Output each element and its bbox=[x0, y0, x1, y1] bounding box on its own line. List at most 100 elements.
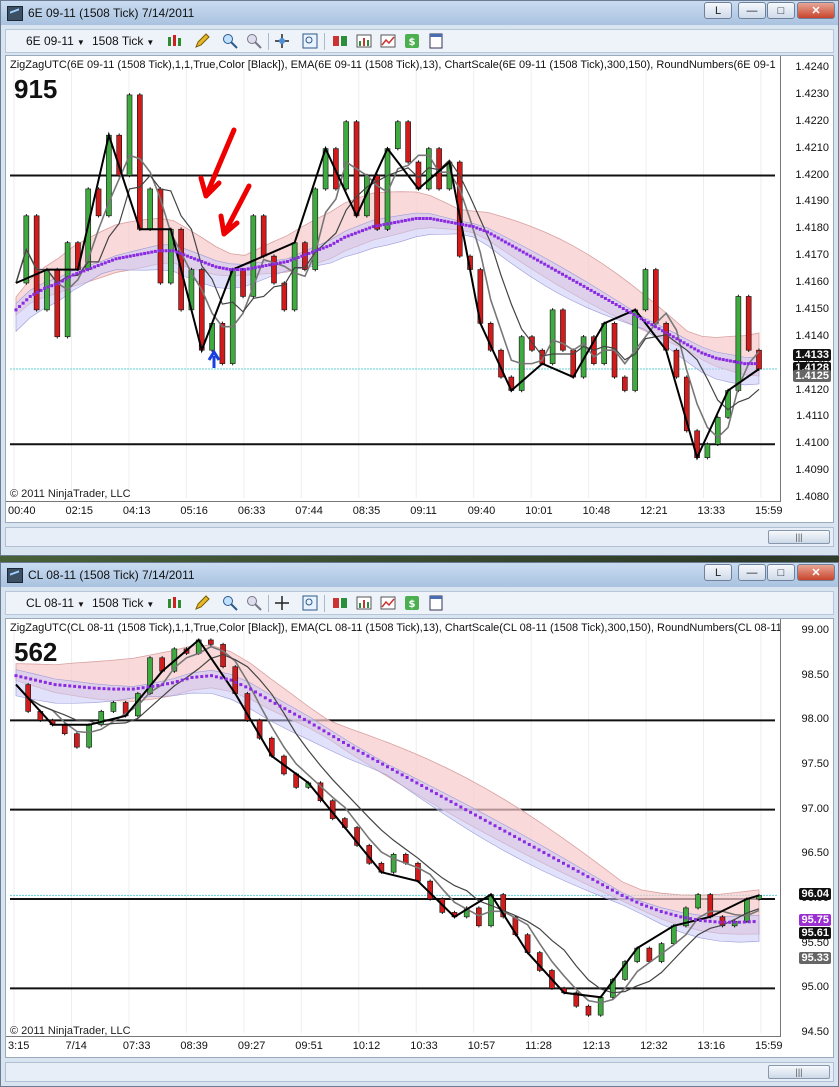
data-box-icon[interactable] bbox=[428, 595, 444, 611]
ema-dot bbox=[271, 262, 275, 266]
ema-dot bbox=[650, 323, 654, 327]
draw-pencil-icon[interactable] bbox=[194, 595, 210, 611]
ema-dot bbox=[225, 267, 229, 271]
strategies-icon[interactable] bbox=[380, 595, 396, 611]
data-box-icon[interactable] bbox=[428, 33, 444, 49]
chart-window-6e[interactable]: 6E 09-11 (1508 Tick) 7/14/2011 L — □ ✕ 6… bbox=[0, 0, 839, 556]
maximize-button[interactable]: □ bbox=[767, 564, 795, 581]
zoom-out-icon[interactable] bbox=[246, 595, 262, 611]
strategies-icon[interactable] bbox=[380, 33, 396, 49]
zoom-in-icon[interactable] bbox=[222, 595, 238, 611]
candle-down bbox=[415, 862, 421, 882]
red-arrow-annotation bbox=[198, 127, 237, 199]
dollar-icon[interactable]: $ bbox=[404, 595, 420, 611]
ema-dot bbox=[82, 685, 86, 689]
interval-selector[interactable]: 1508 Tick ▼ bbox=[92, 33, 154, 50]
crosshair-icon[interactable] bbox=[274, 33, 290, 49]
ema-dot bbox=[43, 680, 47, 684]
ema-dot bbox=[411, 217, 415, 221]
ema-dot bbox=[153, 249, 157, 253]
ema-dot bbox=[307, 720, 311, 724]
ema-dot bbox=[753, 362, 757, 366]
maximize-button[interactable]: □ bbox=[767, 2, 795, 19]
ema-dot bbox=[675, 337, 679, 341]
link-button[interactable]: L bbox=[704, 2, 732, 19]
ema-dot bbox=[674, 914, 678, 918]
bar-style-icon[interactable] bbox=[166, 33, 182, 49]
close-button[interactable]: ✕ bbox=[797, 564, 835, 581]
time-axis[interactable]: 3:15 7/14 07:33 08:39 09:27 09:51 10:12 10:33 10… bbox=[6, 1036, 783, 1057]
ema-dot bbox=[332, 241, 336, 245]
price-chart[interactable]: ZigZagUTC(6E 09-11 (1508 Tick),1,1,True,… bbox=[5, 55, 834, 523]
chart-trader-icon[interactable] bbox=[332, 595, 348, 611]
price-tick-label: 97.50 bbox=[801, 758, 829, 770]
price-chart[interactable]: ZigZagUTC(CL 08-11 (1508 Tick),1,1,True,… bbox=[5, 618, 834, 1058]
scroll-thumb[interactable]: ||| bbox=[768, 1065, 830, 1079]
candle-down bbox=[61, 724, 68, 735]
horizontal-scrollbar[interactable]: ||| bbox=[5, 527, 834, 547]
ema-dot bbox=[125, 255, 129, 259]
ema-dot bbox=[285, 260, 289, 263]
chart-plot-area[interactable] bbox=[6, 619, 834, 1057]
ema-dot bbox=[156, 683, 160, 687]
ema-dot bbox=[170, 681, 174, 685]
ema-dot bbox=[273, 701, 277, 705]
draw-pencil-icon[interactable] bbox=[194, 33, 210, 49]
instrument-selector[interactable]: CL 08-11 ▼ bbox=[26, 595, 85, 612]
ema-dot bbox=[321, 246, 325, 250]
title-bar[interactable]: CL 08-11 (1508 Tick) 7/14/2011 L — □ ✕ bbox=[1, 563, 838, 587]
ema-dot bbox=[346, 234, 350, 238]
ema-dot bbox=[282, 260, 286, 264]
chart-window-cl[interactable]: CL 08-11 (1508 Tick) 7/14/2011 L — □ ✕ C… bbox=[0, 562, 839, 1087]
ema-dot bbox=[114, 257, 118, 261]
time-axis[interactable]: 00:40 02:15 04:13 05:16 06:33 07:44 08:35 09:11… bbox=[6, 501, 783, 522]
ema-dot bbox=[107, 687, 111, 691]
ema-dot bbox=[420, 784, 424, 788]
horizontal-scrollbar[interactable]: ||| bbox=[5, 1062, 834, 1082]
link-button[interactable]: L bbox=[704, 564, 732, 581]
scroll-thumb[interactable]: ||| bbox=[768, 530, 830, 544]
crosshair-icon[interactable] bbox=[274, 595, 290, 611]
dollar-icon[interactable]: $ bbox=[404, 33, 420, 49]
ema-dot bbox=[50, 284, 54, 288]
ema-dot bbox=[346, 743, 350, 747]
ema-dot bbox=[141, 686, 145, 690]
instrument-selector[interactable]: 6E 09-11 ▼ bbox=[26, 33, 85, 50]
svg-text:$: $ bbox=[409, 37, 416, 48]
ema-dot bbox=[718, 357, 722, 361]
minimize-button[interactable]: — bbox=[738, 2, 766, 19]
ema-dot bbox=[415, 781, 419, 785]
ema-dot bbox=[254, 690, 258, 694]
ema-dot bbox=[732, 360, 736, 364]
interval-selector[interactable]: 1508 Tick ▼ bbox=[92, 595, 154, 612]
chart-trader-icon[interactable] bbox=[332, 33, 348, 49]
ema-dot bbox=[596, 880, 600, 884]
price-marker-label: 95.75 bbox=[799, 914, 831, 927]
price-tick-label: 98.00 bbox=[801, 713, 829, 726]
minimize-button[interactable]: — bbox=[738, 564, 766, 581]
ema-dot bbox=[275, 262, 279, 266]
chevron-down-icon: ▼ bbox=[146, 38, 155, 47]
ema-dot bbox=[350, 233, 354, 237]
properties-icon[interactable] bbox=[302, 33, 318, 49]
ninjatrader-chart-icon bbox=[7, 6, 23, 21]
title-bar[interactable]: 6E 09-11 (1508 Tick) 7/14/2011 L — □ ✕ bbox=[1, 1, 838, 25]
ema-dot bbox=[632, 313, 636, 317]
indicators-icon[interactable] bbox=[356, 595, 372, 611]
price-axis[interactable]: 1.4240 1.4230 1.4220 1.4210 1.4200 1.4190 1.41… bbox=[780, 56, 833, 522]
time-tick-label: 12:13 bbox=[582, 1040, 611, 1052]
zoom-out-icon[interactable] bbox=[246, 33, 262, 49]
candle-up bbox=[86, 724, 92, 748]
ema-dot bbox=[453, 221, 457, 225]
ema-dot bbox=[543, 262, 547, 266]
ema-dot bbox=[260, 264, 264, 268]
bar-style-icon[interactable] bbox=[166, 595, 182, 611]
candle-up bbox=[229, 269, 236, 364]
ema-dot bbox=[136, 686, 140, 690]
price-axis[interactable]: 99.0098.5098.0097.5097.0096.5096.0095.50… bbox=[780, 619, 833, 1057]
properties-icon[interactable] bbox=[302, 595, 318, 611]
chart-plot-area[interactable] bbox=[6, 56, 834, 522]
close-button[interactable]: ✕ bbox=[797, 2, 835, 19]
zoom-in-icon[interactable] bbox=[222, 33, 238, 49]
indicators-icon[interactable] bbox=[356, 33, 372, 49]
